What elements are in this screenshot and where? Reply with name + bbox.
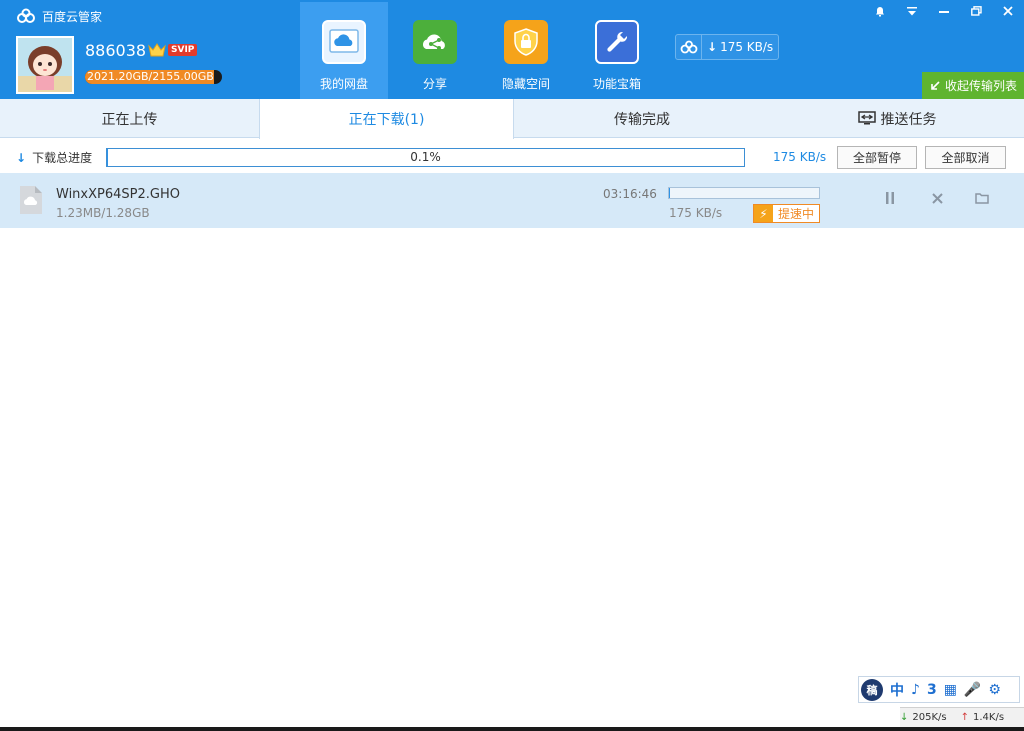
ime-voice-icon[interactable]: 🎤 [964,682,981,698]
file-icon [20,186,42,214]
restore-icon[interactable] [960,0,992,22]
tab-label: 传输完成 [614,111,670,128]
quota-bar: 2021.20GB/2155.00GB [85,70,222,84]
collapse-arrow-icon [931,80,940,90]
cancel-icon[interactable] [929,190,945,206]
up-arrow-icon: ↑ [960,712,970,723]
ime-keyboard-icon[interactable]: ▦ [944,682,957,698]
total-progress-bar: 0.1% [106,148,745,167]
nav-label: 我的网盘 [319,77,368,91]
file-name: WinxXP64SP2.GHO [56,187,180,202]
nav-my-drive[interactable]: 我的网盘 [300,2,388,99]
ime-number-icon[interactable]: 3 [927,682,937,698]
lock-icon [504,20,548,64]
monitor-icon [857,111,876,125]
svip-badge[interactable]: SVIP [148,42,198,58]
collapse-label: 收起传输列表 [945,79,1018,93]
download-arrow-icon: ↓ [707,40,718,54]
cloud-icon [676,35,702,59]
total-speed: 175 KB/s [773,150,827,164]
nav-hidden-space[interactable]: 隐藏空间 [482,2,570,99]
tab-completed[interactable]: 传输完成 [514,99,770,138]
nav-share[interactable]: 分享 [391,2,479,99]
app-title-text: 百度云管家 [42,9,103,24]
ime-toolbar: 稿 中 ♪ 3 ▦ 🎤 ⚙ [858,676,1020,703]
transfer-tabs: 正在上传 正在下载(1) 传输完成 推送任务 [0,99,1024,139]
pause-icon[interactable] [882,190,898,206]
speed-widget[interactable]: ↓ 175 KB/s [675,34,779,60]
cancel-all-button[interactable]: 全部取消 [925,146,1006,169]
share-icon [413,20,457,64]
quota-text: 2021.20GB/2155.00GB [87,70,214,83]
ime-logo-icon[interactable]: 稿 [861,678,883,701]
net-status-bar: ↓ 205K/s ↑ 1.4K/s [900,707,1024,727]
tab-downloading[interactable]: 正在下载(1) [259,99,514,139]
svip-label: SVIP [168,44,198,56]
tab-push-tasks[interactable]: 推送任务 [770,99,1024,138]
avatar-image-icon [18,38,72,92]
window-bottom-edge [0,727,1024,731]
total-progress-percent: 0.1% [410,150,441,164]
total-progress-label: ↓ 下载总进度 [16,149,92,166]
close-window-icon[interactable] [992,0,1024,22]
tab-uploading[interactable]: 正在上传 [0,99,259,138]
speed-widget-value: 175 KB/s [720,40,774,54]
ime-mode-toggle[interactable]: 中 [890,680,904,700]
item-progress-bar [668,187,820,199]
username: 886038 [85,41,147,60]
ime-punctuation-icon[interactable]: ♪ [911,682,920,698]
baidu-cloud-logo-icon [17,8,35,23]
item-speed: 175 KB/s [669,206,723,220]
time-remaining: 03:16:46 [603,187,657,201]
total-progress-label-text: 下载总进度 [32,151,93,165]
boost-label: 提速中 [778,207,815,221]
ime-settings-icon[interactable]: ⚙ [988,682,1001,698]
nav-label: 功能宝箱 [592,77,641,91]
avatar[interactable] [16,36,74,94]
total-progress-row: ↓ 下载总进度 0.1% 175 KB/s 全部暂停 全部取消 [0,140,1024,172]
cloud-drive-icon [322,20,366,64]
speed-boost-badge[interactable]: ⚡ 提速中 [753,204,820,223]
nav-label: 分享 [422,77,447,91]
download-arrow-icon: ↓ [16,150,27,165]
header: 百度云管家 886038 SVIP 2021.20GB/2155.00GB 我的… [0,0,1024,99]
pause-all-button[interactable]: 全部暂停 [837,146,917,169]
tools-icon [595,20,639,64]
download-row[interactable]: WinxXP64SP2.GHO 1.23MB/1.28GB 03:16:46 1… [0,173,1024,228]
window-controls [864,0,1024,22]
tab-label: 正在下载(1) [348,112,425,128]
tab-label: 正在上传 [101,111,158,128]
down-arrow-icon: ↓ [900,712,909,723]
collapse-transfer-list-button[interactable]: 收起传输列表 [922,72,1024,99]
notification-bell-icon[interactable] [864,0,896,22]
app-title: 百度云管家 [16,7,102,25]
crown-icon [148,43,166,57]
net-down-speed: 205K/s [912,712,947,723]
lightning-icon: ⚡ [754,205,773,222]
nav-label: 隐藏空间 [501,77,550,91]
nav-toolbox[interactable]: 功能宝箱 [573,2,661,99]
menu-dropdown-icon[interactable] [896,0,928,22]
tab-label: 推送任务 [880,111,937,128]
minimize-icon[interactable] [928,0,960,22]
open-folder-icon[interactable] [974,190,990,206]
net-up-speed: 1.4K/s [973,712,1005,723]
file-size: 1.23MB/1.28GB [56,206,150,220]
item-progress-fill [669,188,670,198]
